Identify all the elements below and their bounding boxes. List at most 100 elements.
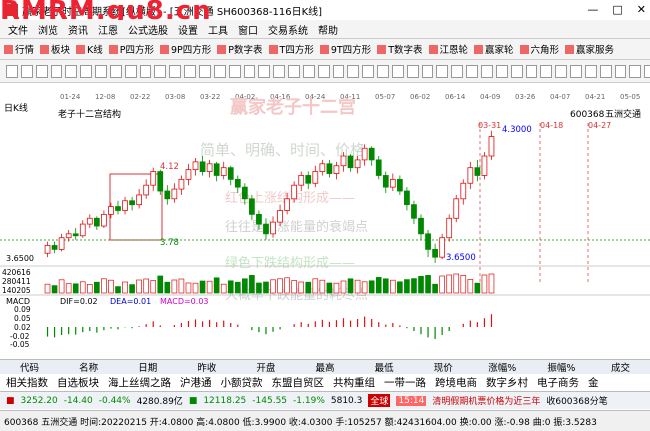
tab-restructuring[interactable]: 共构重组 [333,375,375,390]
draw-tool-icon[interactable] [80,64,93,78]
draw-tool-icon[interactable] [614,64,627,78]
draw-tool-icon[interactable] [362,64,375,78]
tab-belt-road[interactable]: 一带一路 [384,375,426,390]
col-date[interactable]: 日期 [118,360,177,374]
kline-chart-panel[interactable]: 01-24 12-08 02-22 03-08 03-22 04-02 04-16 04-24… [0,83,650,349]
menu-info[interactable]: 资讯 [68,22,88,37]
col-prev-close[interactable]: 昨收 [177,360,236,374]
draw-tool-icon[interactable] [139,64,152,78]
draw-tool-icon[interactable] [347,64,360,78]
draw-tool-icon[interactable] [391,64,404,78]
tab-microloan[interactable]: 小额贷款 [221,375,263,390]
col-volume[interactable]: 成交 [591,360,650,374]
menu-help[interactable]: 帮助 [318,22,338,37]
menu-settings[interactable]: 设置 [178,22,198,37]
draw-tool-icon[interactable] [65,64,78,78]
draw-tool-icon[interactable] [154,64,167,78]
col-amplitude[interactable]: 振幅% [532,360,591,374]
tab-ecommerce[interactable]: 电子商务 [537,375,579,390]
maximize-icon[interactable]: □ [612,3,622,16]
tab-gold[interactable]: 金 [588,375,599,390]
draw-tool-icon[interactable] [332,64,345,78]
menu-tools[interactable]: 工具 [208,22,228,37]
draw-tool-icon[interactable] [6,64,18,78]
tab-asean-ftz[interactable]: 东盟自贸区 [272,375,325,390]
toolbar-sector-button[interactable]: 板块 [40,42,70,56]
draw-tool-icon[interactable] [198,64,211,78]
alert-text[interactable]: 收600368分笔 [546,394,607,407]
toolbar-winner-wheel-button[interactable]: 赢家轮 [474,42,514,56]
draw-tool-icon[interactable] [35,64,48,78]
col-name[interactable]: 名称 [59,360,118,374]
toolbar-p-table-button[interactable]: P数字表 [217,42,263,56]
draw-tool-icon[interactable] [644,64,650,78]
tab-watchlist[interactable]: 自选板块 [57,375,99,390]
close-icon[interactable]: ✕ [637,3,646,16]
draw-tool-icon[interactable] [243,64,256,78]
draw-tool-icon[interactable] [288,64,300,78]
draw-tool-icon[interactable] [555,64,568,78]
draw-tool-icon[interactable] [213,64,226,78]
draw-tool-icon[interactable] [436,64,449,78]
col-price[interactable]: 现价 [414,360,473,374]
sh-index-value[interactable]: 3252.20 [21,396,58,406]
draw-tool-icon[interactable] [50,64,63,78]
draw-tool-icon[interactable] [584,64,597,78]
tab-sh-hk-connect[interactable]: 沪港通 [180,375,212,390]
menu-trade[interactable]: 交易系统 [268,22,308,37]
draw-tool-icon[interactable] [481,64,493,78]
toolbar-9p-square-button[interactable]: 9P四方形 [160,42,211,56]
toolbar-hexagon-button[interactable]: 六角形 [519,42,559,56]
draw-tool-icon[interactable] [109,64,122,78]
toolbar-gann-wheel-button[interactable]: 江恩轮 [428,42,468,56]
menu-gann[interactable]: 江恩 [98,22,118,37]
tab-digital-village[interactable]: 数字乡村 [486,375,528,390]
draw-tool-icon[interactable] [510,64,523,78]
draw-tool-icon[interactable] [540,64,553,78]
minimize-icon[interactable]: — [587,3,598,16]
draw-tool-icon[interactable] [258,64,271,78]
draw-tool-icon[interactable] [377,64,389,78]
draw-tool-icon[interactable] [184,64,196,78]
draw-tool-icon[interactable] [302,64,315,78]
menu-window[interactable]: 窗口 [238,22,258,37]
col-high[interactable]: 最高 [295,360,354,374]
draw-tool-icon[interactable] [451,64,464,78]
draw-tool-icon[interactable] [169,64,182,78]
draw-tool-icon[interactable] [406,64,419,78]
toolbar-t-table-button[interactable]: T数字表 [377,42,423,56]
draw-tool-icon[interactable] [599,64,612,78]
draw-tool-icon[interactable] [525,64,538,78]
volume-bar [242,278,248,294]
draw-tool-icon[interactable] [124,64,137,78]
tab-related-index[interactable]: 相关指数 [6,375,48,390]
draw-tool-icon[interactable] [421,64,434,78]
draw-tool-icon[interactable] [495,64,508,78]
draw-tool-icon[interactable] [629,64,642,78]
col-low[interactable]: 最低 [355,360,414,374]
toolbar-service-button[interactable]: 赢家服务 [565,42,614,56]
col-change[interactable]: 涨幅% [473,360,532,374]
draw-tool-icon[interactable] [273,64,286,78]
tab-cross-border-ecom[interactable]: 跨境电商 [435,375,477,390]
draw-tool-icon[interactable] [570,64,582,78]
kline-chart[interactable]: 01-24 12-08 02-22 03-08 03-22 04-02 04-16 04-24… [0,83,650,349]
draw-tool-icon[interactable] [317,64,330,78]
menu-browse[interactable]: 浏览 [38,22,58,37]
draw-tool-icon[interactable] [466,64,478,78]
menu-formula[interactable]: 公式选股 [128,22,168,37]
col-open[interactable]: 开盘 [236,360,295,374]
news-headline[interactable]: 清明假期机票价格为近三年 [432,394,540,407]
toolbar-9t-square-button[interactable]: 9T四方形 [319,42,371,56]
draw-tool-icon[interactable] [228,64,241,78]
sz-index-value[interactable]: 12118.25 [203,396,246,406]
menu-file[interactable]: 文件 [8,22,28,37]
col-code[interactable]: 代码 [0,360,59,374]
draw-tool-icon[interactable] [95,64,107,78]
toolbar-p-square-button[interactable]: P四方形 [108,42,154,56]
draw-tool-icon[interactable] [20,64,33,78]
toolbar-t-square-button[interactable]: T四方形 [268,42,314,56]
tab-maritime-silk[interactable]: 海上丝绸之路 [108,375,171,390]
toolbar-kline-button[interactable]: K线 [76,42,103,56]
toolbar-quote-button[interactable]: 行情 [4,42,34,56]
